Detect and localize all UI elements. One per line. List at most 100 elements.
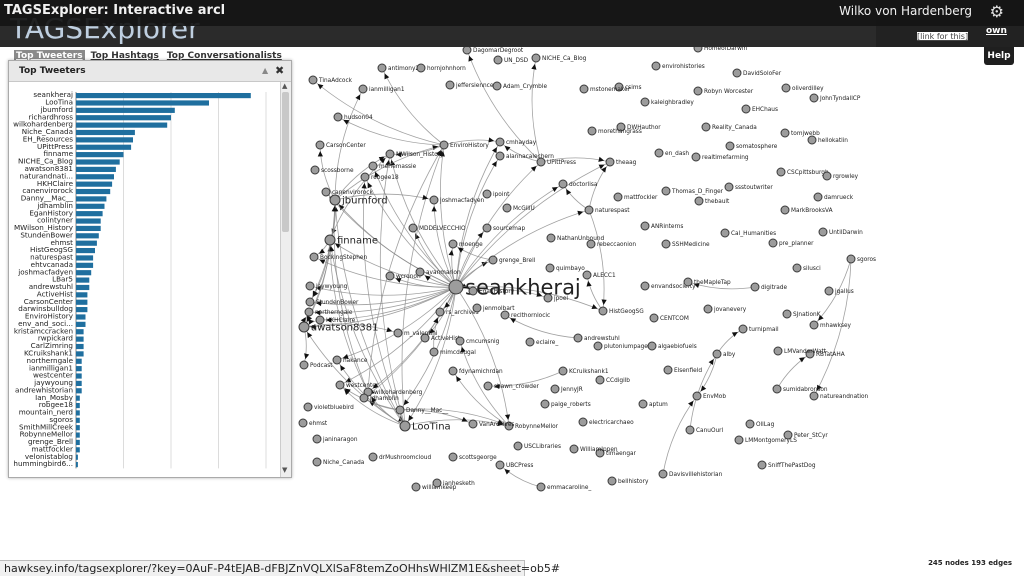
graph-node[interactable] [809,320,819,330]
graph-node[interactable] [495,137,505,147]
graph-node[interactable] [757,460,767,470]
bar[interactable] [76,129,135,136]
graph-node[interactable] [613,192,623,202]
graph-node[interactable] [360,172,370,182]
graph-node[interactable] [429,347,439,357]
graph-node[interactable] [546,233,556,243]
graph-node[interactable] [315,315,325,325]
graph-node[interactable] [416,63,426,73]
graph-node[interactable] [573,333,583,343]
bar[interactable] [76,233,99,239]
graph-node[interactable] [468,419,478,429]
graph-node[interactable] [822,171,832,181]
graph-node[interactable] [395,405,405,415]
graph-node[interactable] [408,223,418,233]
graph-node[interactable] [745,419,755,429]
graph-node[interactable] [558,366,568,376]
panel-scrollbar[interactable]: ▲ ▼ [280,82,291,477]
graph-node[interactable] [776,167,786,177]
graph-node[interactable] [824,286,834,296]
graph-node[interactable] [783,430,793,440]
graph-node[interactable] [393,328,403,338]
graph-node[interactable] [640,97,650,107]
graph-node[interactable] [432,478,442,488]
graph-node[interactable] [579,84,589,94]
graph-node[interactable] [531,53,541,63]
graph-node[interactable] [809,93,819,103]
bar[interactable] [76,100,209,106]
bar[interactable] [76,137,133,143]
bar[interactable] [76,410,80,416]
graph-node[interactable] [578,417,588,427]
graph-node[interactable] [305,281,315,291]
link-for-this[interactable]: [link for this] [917,32,969,41]
panel-header[interactable]: Top Tweeters ▲ ✖ [9,61,291,82]
graph-node[interactable] [781,83,791,93]
scrollbar-thumb[interactable] [282,92,289,232]
graph-node[interactable] [750,282,760,292]
graph-node[interactable] [385,271,395,281]
graph-node[interactable] [605,157,615,167]
help-button[interactable]: Help [984,47,1014,65]
graph-node[interactable] [683,277,693,287]
graph-node[interactable] [640,281,650,291]
graph-node[interactable] [482,223,492,233]
bar[interactable] [76,373,82,379]
graph-node[interactable] [368,161,378,171]
graph-node[interactable] [703,304,713,314]
graph-node[interactable] [663,365,673,375]
graph-node[interactable] [569,444,579,454]
bar[interactable] [76,93,251,99]
graph-node[interactable] [807,135,817,145]
graph-node[interactable] [493,55,503,65]
graph-node[interactable] [649,313,659,323]
graph-node[interactable] [741,104,751,114]
bar[interactable] [76,203,105,209]
graph-node[interactable] [651,61,661,71]
bar[interactable] [76,432,80,438]
graph-node[interactable] [439,140,449,150]
graph-node[interactable] [773,346,783,356]
close-icon[interactable]: ✖ [275,64,284,77]
graph-node[interactable] [772,384,782,394]
graph-node[interactable] [782,309,792,319]
bar[interactable] [76,240,97,246]
graph-node[interactable] [468,286,478,296]
user-name[interactable]: Wilko von Hardenberg [839,4,972,18]
graph-node[interactable] [640,221,650,231]
graph-node[interactable] [324,234,336,246]
graph-node[interactable] [495,460,505,470]
bar[interactable] [76,299,88,305]
graph-node[interactable] [818,227,828,237]
graph-node[interactable] [448,279,464,295]
graph-node[interactable] [312,457,322,467]
graph-node[interactable] [333,112,343,122]
bar[interactable] [76,115,171,121]
graph-node[interactable] [359,393,369,403]
bar[interactable] [76,284,90,291]
graph-node[interactable] [415,267,425,277]
bar[interactable] [76,402,80,409]
bar[interactable] [76,343,84,350]
bar[interactable] [76,388,82,394]
bar[interactable] [76,107,175,113]
bar[interactable] [76,144,132,150]
graph-node[interactable] [500,310,510,320]
graph-node[interactable] [411,482,421,492]
graph-node[interactable] [598,306,608,316]
gear-icon[interactable]: ⚙ [990,2,1004,21]
graph-node[interactable] [492,81,502,91]
bar[interactable] [76,159,120,165]
graph-node[interactable] [495,151,505,161]
graph-node[interactable] [448,366,458,376]
bar[interactable] [76,211,103,217]
bar[interactable] [76,122,168,128]
graph-node[interactable] [429,195,439,205]
graph-node[interactable] [582,270,592,280]
graph-node[interactable] [399,420,411,432]
bar[interactable] [76,395,80,401]
graph-node[interactable] [780,128,790,138]
bar[interactable] [76,270,92,276]
graph-node[interactable] [724,182,734,192]
own-link[interactable]: own [986,26,1007,36]
